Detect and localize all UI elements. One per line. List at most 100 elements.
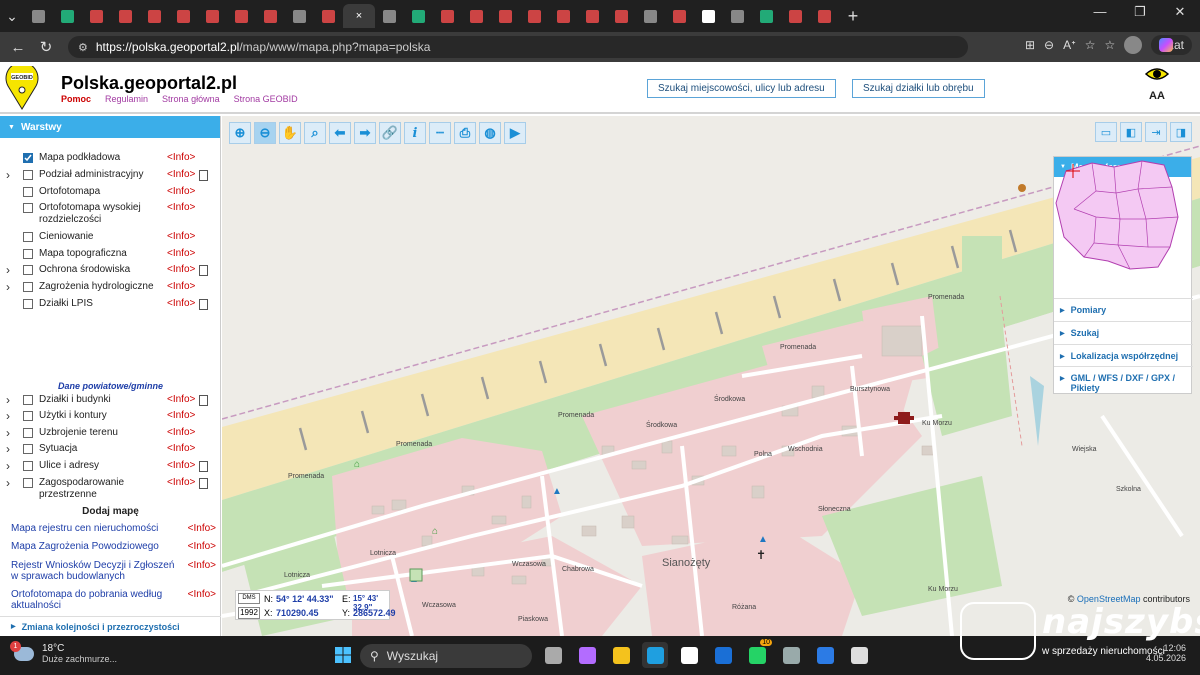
- zoom-box-icon[interactable]: ⌕: [304, 122, 326, 144]
- address-bar[interactable]: ⚙ https://polska.geoportal2.pl /map/www/…: [68, 36, 968, 58]
- reference-tool-item[interactable]: ▶ GML / WFS / DXF / GPX / Pikiety: [1054, 366, 1193, 399]
- local-layer-row[interactable]: › Działki i budynki <Info>: [0, 394, 221, 406]
- zoom-out-icon[interactable]: ⊖: [254, 122, 276, 144]
- taskbar-search[interactable]: ⚲ Wyszukaj: [360, 644, 532, 668]
- browser-tab[interactable]: [82, 4, 111, 28]
- expand-chevron-icon[interactable]: ›: [0, 281, 12, 293]
- split-left-icon[interactable]: ◧: [1120, 122, 1142, 142]
- browser-tab[interactable]: [404, 4, 433, 28]
- layer-info-link[interactable]: <Info>: [167, 169, 197, 180]
- expand-chevron-icon[interactable]: ›: [0, 264, 12, 276]
- expand-chevron-icon[interactable]: ›: [0, 410, 12, 422]
- add-map-name[interactable]: Ortofotomapa do pobrania według aktualno…: [11, 589, 179, 611]
- layer-checkbox[interactable]: [23, 203, 33, 213]
- layers-panel-header[interactable]: ▼ Warstwy: [0, 116, 220, 138]
- coord-system-select[interactable]: 1992: [238, 607, 260, 619]
- favorite-star-icon[interactable]: ☆: [1085, 38, 1096, 52]
- layer-info-link[interactable]: <Info>: [167, 202, 197, 213]
- layer-row[interactable]: › Ochrona środowiska <Info>: [0, 264, 221, 276]
- link-icon[interactable]: 🔗: [379, 122, 401, 144]
- add-map-name[interactable]: Rejestr Wniosków Decyzji i Zgłoszeń w sp…: [11, 560, 179, 582]
- start-icon[interactable]: [330, 642, 356, 668]
- search-parcel-button[interactable]: Szukaj działki lub obrębu: [852, 79, 985, 98]
- add-map-info-link[interactable]: <Info>: [188, 523, 216, 534]
- favorites-icon[interactable]: ☆: [1105, 38, 1116, 52]
- reference-tool-item[interactable]: ▶ Szukaj: [1054, 321, 1193, 344]
- reference-tool-item[interactable]: ▶ Pomiary: [1054, 298, 1193, 321]
- layer-order-toggle[interactable]: ▶ Zmiana kolejności i przezroczystości: [0, 616, 221, 636]
- browser-tab[interactable]: [694, 4, 723, 28]
- export-icon[interactable]: ⇥: [1145, 122, 1167, 142]
- font-size-toggle[interactable]: AA: [1144, 86, 1170, 103]
- home-link[interactable]: Strona główna: [162, 94, 220, 104]
- layer-info-link[interactable]: <Info>: [167, 186, 197, 197]
- browser-tab[interactable]: [24, 4, 53, 28]
- geobid-link[interactable]: Strona GEOBID: [234, 94, 298, 104]
- layer-row[interactable]: Mapa topograficzna <Info>: [0, 248, 221, 260]
- add-map-item[interactable]: Mapa rejestru cen nieruchomości <Info>: [11, 523, 216, 534]
- refresh-icon[interactable]: ↻: [32, 38, 60, 56]
- reference-tool-item[interactable]: ▶ Lokalizacja współrzędnej: [1054, 344, 1193, 367]
- new-tab-button[interactable]: +: [839, 6, 867, 27]
- legend-document-icon[interactable]: [199, 478, 208, 489]
- browser-tab[interactable]: [491, 4, 520, 28]
- browser-tab[interactable]: [462, 4, 491, 28]
- add-map-info-link[interactable]: <Info>: [188, 541, 216, 552]
- outlook-icon[interactable]: [710, 642, 736, 668]
- layer-checkbox[interactable]: [23, 187, 33, 197]
- tab-list-icon[interactable]: ⌄: [0, 4, 24, 28]
- zoom-in-icon[interactable]: ⊕: [229, 122, 251, 144]
- browser-tab[interactable]: [607, 4, 636, 28]
- layer-checkbox[interactable]: [23, 249, 33, 259]
- legend-document-icon[interactable]: [199, 395, 208, 406]
- layer-checkbox[interactable]: [23, 282, 33, 292]
- notepad-icon[interactable]: [846, 642, 872, 668]
- file-explorer-icon[interactable]: [608, 642, 634, 668]
- browser-tab[interactable]: [665, 4, 694, 28]
- layer-info-link[interactable]: <Info>: [167, 443, 197, 454]
- task-view-icon[interactable]: [540, 642, 566, 668]
- browser-tab[interactable]: [53, 4, 82, 28]
- help-link[interactable]: Pomoc: [61, 94, 91, 104]
- back-icon[interactable]: ⬅: [329, 122, 351, 144]
- layer-info-link[interactable]: <Info>: [167, 298, 197, 309]
- browser-tab[interactable]: [285, 4, 314, 28]
- layer-checkbox[interactable]: [23, 461, 33, 471]
- info-icon[interactable]: i: [404, 122, 426, 144]
- map-view[interactable]: ⌂ ▲ ⌂ ▲ ▲ ✝ Promenada Promenada Promenad…: [222, 116, 1200, 636]
- layer-checkbox[interactable]: [23, 478, 33, 488]
- add-map-info-link[interactable]: <Info>: [188, 560, 216, 582]
- expand-chevron-icon[interactable]: ›: [0, 477, 12, 489]
- browser-tab[interactable]: [140, 4, 169, 28]
- layer-info-link[interactable]: <Info>: [167, 460, 197, 471]
- site-title[interactable]: Polska.geoportal2.pl: [61, 73, 237, 94]
- browser-tab[interactable]: [752, 4, 781, 28]
- maximize-icon[interactable]: ❐: [1120, 4, 1160, 20]
- mail-icon[interactable]: [812, 642, 838, 668]
- print-icon[interactable]: ⎙: [454, 122, 476, 144]
- tab-close-icon[interactable]: ×: [356, 10, 362, 22]
- add-map-name[interactable]: Mapa rejestru cen nieruchomości: [11, 523, 179, 534]
- pan-icon[interactable]: ✋: [279, 122, 301, 144]
- legend-document-icon[interactable]: [199, 265, 208, 276]
- zoom-icon[interactable]: ⊖: [1044, 38, 1054, 52]
- layer-row[interactable]: Mapa podkładowa <Info>: [0, 152, 221, 164]
- local-layer-row[interactable]: › Sytuacja <Info>: [0, 443, 221, 455]
- legend-document-icon[interactable]: [199, 170, 208, 181]
- layer-info-link[interactable]: <Info>: [167, 264, 197, 275]
- legend-document-icon[interactable]: [199, 299, 208, 310]
- rules-link[interactable]: Regulamin: [105, 94, 148, 104]
- browser-tab[interactable]: [520, 4, 549, 28]
- layer-info-link[interactable]: <Info>: [167, 231, 197, 242]
- globe-icon[interactable]: ◍: [479, 122, 501, 144]
- layer-info-link[interactable]: <Info>: [167, 281, 197, 292]
- camera-icon[interactable]: ▶: [504, 122, 526, 144]
- browser-tab[interactable]: [549, 4, 578, 28]
- layer-checkbox[interactable]: [23, 153, 33, 163]
- layer-info-link[interactable]: <Info>: [167, 248, 197, 259]
- whatsapp-icon[interactable]: 10: [744, 639, 772, 668]
- add-map-item[interactable]: Rejestr Wniosków Decyzji i Zgłoszeń w sp…: [11, 560, 216, 582]
- coord-format-toggle[interactable]: DMS: [238, 593, 260, 604]
- search-place-button[interactable]: Szukaj miejscowości, ulicy lub adresu: [647, 79, 836, 98]
- layer-info-link[interactable]: <Info>: [167, 477, 197, 488]
